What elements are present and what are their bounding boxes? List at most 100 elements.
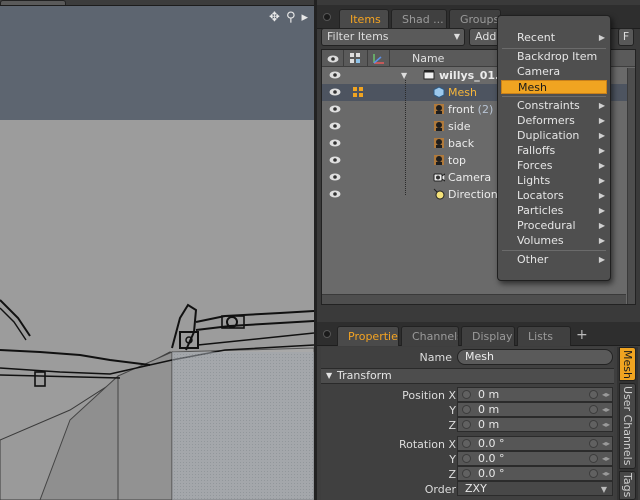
panel-knob[interactable] [323, 13, 331, 21]
menu-item-constraints[interactable]: Constraints ▶ [501, 99, 607, 113]
menu-item-mesh[interactable]: Mesh [501, 80, 607, 94]
tab-properties[interactable]: Properties [337, 326, 399, 346]
add-tab-button[interactable]: + [576, 326, 588, 344]
tab-display[interactable]: Display [461, 326, 515, 346]
panel-knob[interactable] [323, 330, 331, 338]
menu-item-backdrop-item[interactable]: Backdrop Item [501, 50, 607, 64]
properties-tabbar: Properties Channels Display Lists + [317, 322, 640, 346]
eye-icon[interactable] [329, 86, 341, 98]
collapse-triangle-icon: ▼ [326, 371, 333, 380]
eye-icon[interactable] [329, 137, 341, 149]
link-toggle-icon[interactable] [589, 439, 598, 448]
position-z-field[interactable]: 0 m ◂▸ [457, 417, 613, 432]
menu-item-procedural[interactable]: Procedural ▶ [501, 219, 607, 233]
rotation-y-label: Y [449, 453, 456, 466]
menu-item-forces[interactable]: Forces ▶ [501, 159, 607, 173]
transform-column[interactable] [368, 50, 390, 67]
tab-items[interactable]: Items [339, 9, 389, 29]
animate-toggle-icon[interactable] [462, 469, 471, 478]
eye-icon[interactable] [329, 69, 341, 81]
spinner-icon[interactable]: ◂▸ [602, 419, 610, 430]
3d-viewport[interactable]: ✥ ⚲ ▸ [0, 0, 314, 500]
f-button[interactable]: F [618, 28, 634, 46]
menu-item-deformers[interactable]: Deformers ▶ [501, 114, 607, 128]
eye-icon[interactable] [329, 103, 341, 115]
link-toggle-icon[interactable] [589, 420, 598, 429]
viewport-nav-tools: ✥ ⚲ ▸ [269, 10, 308, 26]
menu-item-duplication[interactable]: Duplication ▶ [501, 129, 607, 143]
item-name-field[interactable]: Mesh [457, 349, 613, 365]
menu-item-recent[interactable]: Recent ▶ [501, 31, 607, 45]
animate-toggle-icon[interactable] [462, 405, 471, 414]
tab-groups[interactable]: Groups [449, 9, 501, 29]
eye-icon [327, 55, 338, 63]
menu-item-volumes[interactable]: Volumes ▶ [501, 234, 607, 248]
link-toggle-icon[interactable] [589, 454, 598, 463]
item-list-horizontal-scrollbar[interactable] [322, 294, 626, 304]
transform-section-header[interactable]: ▼ Transform [321, 368, 614, 384]
submenu-arrow-icon: ▶ [598, 101, 605, 110]
eye-icon[interactable] [329, 171, 341, 183]
rotation-order-dropdown[interactable]: ZXY ▼ [457, 481, 613, 496]
grid-column[interactable] [344, 50, 368, 67]
submenu-arrow-icon: ▶ [598, 255, 605, 264]
side-tab-user-channels[interactable]: User Channels [619, 383, 636, 469]
rotation-x-field[interactable]: 0.0 ° ◂▸ [457, 436, 613, 451]
image-icon [434, 104, 444, 114]
item-list-vertical-scrollbar[interactable] [627, 68, 635, 304]
grid-icon[interactable] [352, 86, 364, 98]
link-toggle-icon[interactable] [589, 390, 598, 399]
menu-separator [502, 96, 606, 97]
spinner-icon[interactable]: ◂▸ [602, 389, 610, 400]
animate-toggle-icon[interactable] [462, 420, 471, 429]
menu-item-lights[interactable]: Lights ▶ [501, 174, 607, 188]
image-icon [434, 138, 444, 148]
menu-item-locators[interactable]: Locators ▶ [501, 189, 607, 203]
chevron-down-icon: ▼ [453, 32, 460, 41]
properties-panel: Properties Channels Display Lists + Name… [317, 322, 640, 500]
menu-item-other[interactable]: Other ▶ [501, 253, 607, 267]
spinner-icon[interactable]: ◂▸ [602, 404, 610, 415]
transform-title: Transform [337, 369, 392, 382]
animate-toggle-icon[interactable] [462, 439, 471, 448]
zoom-icon[interactable]: ⚲ [286, 10, 296, 26]
submenu-arrow-icon: ▶ [598, 236, 605, 245]
link-toggle-icon[interactable] [589, 469, 598, 478]
menu-item-falloffs[interactable]: Falloffs ▶ [501, 144, 607, 158]
position-y-field[interactable]: 0 m ◂▸ [457, 402, 613, 417]
item-label: front (2) [448, 103, 494, 116]
side-tab-tags[interactable]: Tags [619, 471, 636, 500]
rotation-x-value: 0.0 ° [478, 437, 505, 450]
tab-channels[interactable]: Channels [401, 326, 459, 346]
order-value: ZXY [465, 482, 487, 495]
submenu-arrow-icon: ▶ [598, 206, 605, 215]
move-icon[interactable]: ✥ [269, 10, 280, 26]
link-toggle-icon[interactable] [589, 405, 598, 414]
submenu-arrow-icon: ▶ [598, 221, 605, 230]
spinner-icon[interactable]: ◂▸ [602, 453, 610, 464]
animate-toggle-icon[interactable] [462, 390, 471, 399]
menu-item-camera[interactable]: Camera [501, 65, 607, 79]
filter-items-dropdown[interactable]: Filter Items ▼ [321, 28, 465, 46]
spinner-icon[interactable]: ◂▸ [602, 468, 610, 479]
position-x-field[interactable]: 0 m ◂▸ [457, 387, 613, 402]
chevron-down-icon: ▼ [600, 485, 607, 494]
tab-shading[interactable]: Shad ... [391, 9, 447, 29]
tab-lists[interactable]: Lists [517, 326, 571, 346]
side-tab-mesh[interactable]: Mesh [619, 347, 636, 381]
eye-icon[interactable] [329, 154, 341, 166]
menu-item-particles[interactable]: Particles ▶ [501, 204, 607, 218]
position-y-label: Y [449, 404, 456, 417]
mesh-icon [433, 86, 445, 98]
eye-icon[interactable] [329, 120, 341, 132]
spinner-icon[interactable]: ◂▸ [602, 438, 610, 449]
rotation-z-field[interactable]: 0.0 ° ◂▸ [457, 466, 613, 481]
grid-icon [350, 53, 360, 63]
expand-icon[interactable]: ▸ [301, 10, 308, 26]
item-label: top [448, 154, 467, 167]
rotation-y-field[interactable]: 0.0 ° ◂▸ [457, 451, 613, 466]
visibility-column[interactable] [322, 50, 344, 67]
animate-toggle-icon[interactable] [462, 454, 471, 463]
rotation-z-value: 0.0 ° [478, 467, 505, 480]
eye-icon[interactable] [329, 188, 341, 200]
